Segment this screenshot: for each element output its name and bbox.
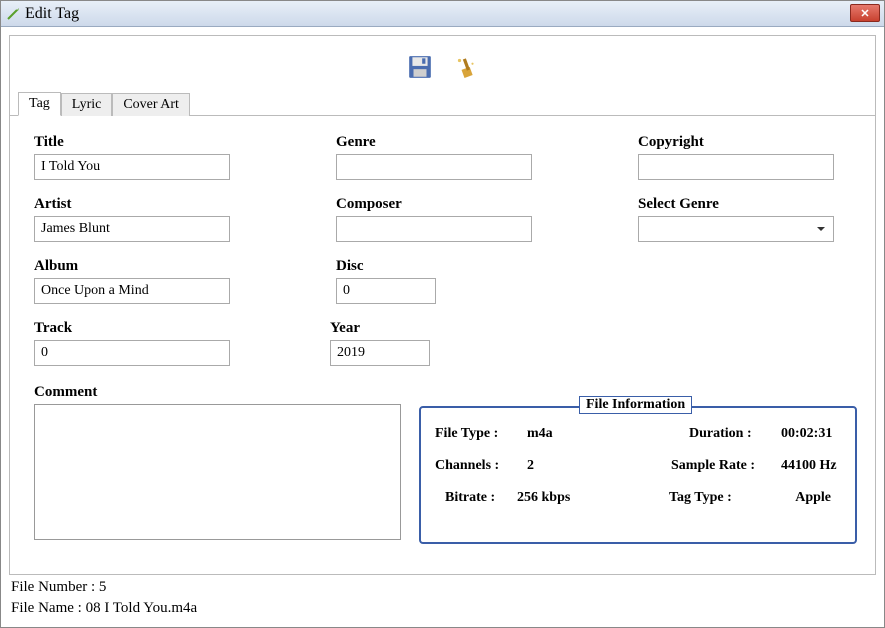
field-disc: Disc — [336, 258, 546, 304]
fi-tagtype-label: Tag Type : — [669, 490, 749, 506]
input-track[interactable] — [34, 340, 230, 366]
tab-lyric[interactable]: Lyric — [61, 93, 113, 116]
form-area: Title Genre Copyright Artist — [10, 116, 875, 574]
status-file-number: File Number : 5 — [11, 577, 876, 598]
label-comment: Comment — [34, 384, 401, 401]
select-genre[interactable] — [638, 216, 834, 242]
save-icon[interactable] — [407, 54, 433, 80]
input-album[interactable] — [34, 278, 230, 304]
input-comment[interactable] — [34, 404, 401, 540]
fi-channels-value: 2 — [527, 458, 587, 474]
label-album: Album — [34, 258, 244, 275]
input-copyright[interactable] — [638, 154, 834, 180]
close-icon: ✕ — [860, 7, 869, 20]
edit-tag-window: Edit Tag ✕ — [0, 0, 885, 628]
input-title[interactable] — [34, 154, 230, 180]
input-composer[interactable] — [336, 216, 532, 242]
tabs-row: Tag Lyric Cover Art — [10, 92, 875, 116]
field-artist: Artist — [34, 196, 244, 242]
label-artist: Artist — [34, 196, 244, 213]
field-track: Track — [34, 320, 244, 366]
inner-panel: Tag Lyric Cover Art Title Genre Copyrigh… — [9, 35, 876, 575]
fi-bitrate-label: Bitrate : — [445, 490, 505, 506]
file-info-legend: File Information — [579, 396, 692, 414]
fi-samplerate-value: 44100 Hz — [781, 458, 841, 474]
fi-channels-label: Channels : — [435, 458, 515, 474]
fi-filetype-label: File Type : — [435, 426, 515, 442]
field-copyright: Copyright — [638, 134, 848, 180]
input-disc[interactable] — [336, 278, 436, 304]
input-genre[interactable] — [336, 154, 532, 180]
label-select-genre: Select Genre — [638, 196, 848, 213]
file-info-panel: File Information File Type : m4a Duratio… — [419, 406, 857, 545]
label-year: Year — [330, 320, 546, 337]
close-button[interactable]: ✕ — [850, 4, 880, 22]
fi-bitrate-value: 256 kbps — [517, 490, 577, 506]
label-track: Track — [34, 320, 244, 337]
label-composer: Composer — [336, 196, 546, 213]
label-title: Title — [34, 134, 244, 151]
fi-filetype-value: m4a — [527, 426, 587, 442]
label-copyright: Copyright — [638, 134, 848, 151]
label-disc: Disc — [336, 258, 546, 275]
field-composer: Composer — [336, 196, 546, 242]
app-icon — [5, 6, 21, 22]
fi-samplerate-label: Sample Rate : — [671, 458, 769, 474]
toolbar — [10, 36, 875, 92]
field-genre: Genre — [336, 134, 546, 180]
fi-tagtype-value: Apple — [761, 490, 831, 506]
status-file-name: File Name : 08 I Told You.m4a — [11, 598, 876, 619]
input-year[interactable] — [330, 340, 430, 366]
tab-tag[interactable]: Tag — [18, 92, 61, 116]
field-album: Album — [34, 258, 244, 304]
chevron-down-icon — [817, 227, 825, 231]
field-title: Title — [34, 134, 244, 180]
field-comment: Comment — [34, 384, 401, 545]
label-genre: Genre — [336, 134, 546, 151]
clear-icon[interactable] — [453, 54, 479, 80]
status-bar: File Number : 5 File Name : 08 I Told Yo… — [9, 575, 876, 619]
content-area: Tag Lyric Cover Art Title Genre Copyrigh… — [1, 27, 884, 627]
window-title: Edit Tag — [25, 5, 79, 23]
tab-cover-art[interactable]: Cover Art — [112, 93, 190, 116]
fi-duration-label: Duration : — [689, 426, 769, 442]
input-artist[interactable] — [34, 216, 230, 242]
field-select-genre: Select Genre — [638, 196, 848, 242]
fi-duration-value: 00:02:31 — [781, 426, 841, 442]
field-year: Year — [330, 320, 546, 366]
titlebar: Edit Tag ✕ — [1, 1, 884, 27]
